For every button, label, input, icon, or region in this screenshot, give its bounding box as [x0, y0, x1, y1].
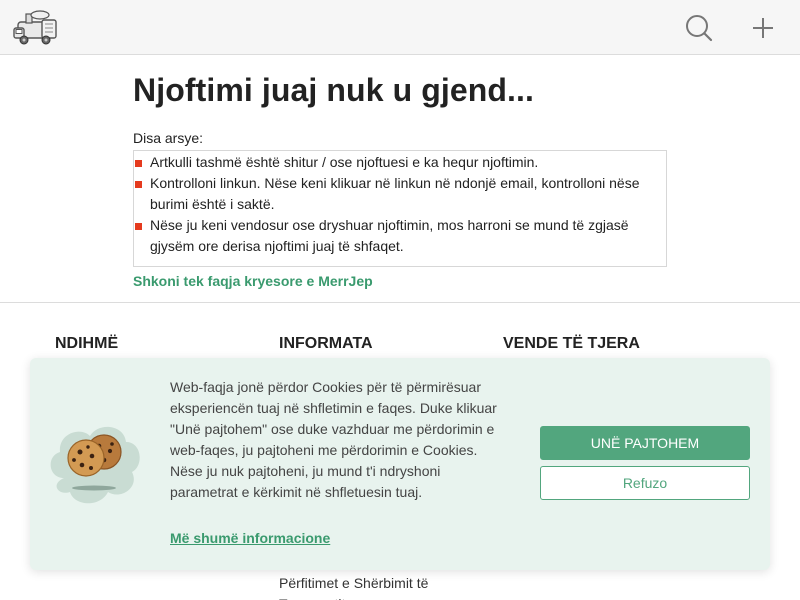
cookie-consent-panel: Web-faqja jonë përdor Cookies për të për…	[30, 358, 770, 570]
cookie-icon	[44, 418, 144, 510]
page-title: Njoftimi juaj nuk u gjend...	[133, 72, 535, 108]
footer-title-other-sites: VENDE TË TJERA	[503, 335, 640, 352]
reason-item: Nëse ju keni vendosur ose dryshuar njoft…	[134, 215, 658, 257]
more-info-link[interactable]: Më shumë informacione	[170, 528, 330, 549]
footer-divider	[0, 302, 800, 303]
search-icon[interactable]	[683, 12, 715, 44]
reason-item: Artkulli tashmë është shitur / ose njoft…	[134, 152, 658, 173]
footer-title-help: NDIHMË	[55, 335, 119, 352]
red-square-bullet-icon	[135, 181, 142, 188]
reasons-label: Disa arsye:	[133, 130, 204, 146]
reason-text: Artkulli tashmë është shitur / ose njoft…	[150, 154, 539, 170]
footer-link-transport-benefits[interactable]: Përfitimet e Shërbimit të Transportit	[279, 573, 479, 600]
main-content: Njoftimi juaj nuk u gjend... Disa arsye:…	[133, 70, 667, 291]
reasons-list: Artkulli tashmë është shitur / ose njoft…	[133, 150, 667, 267]
reason-text: Nëse ju keni vendosur ose dryshuar njoft…	[150, 217, 629, 254]
merrjep-truck-logo-icon[interactable]	[12, 8, 62, 48]
red-square-bullet-icon	[135, 160, 142, 167]
cookie-notice-text: Web-faqja jonë përdor Cookies për të për…	[170, 379, 497, 500]
refuse-cookies-button[interactable]: Refuzo	[540, 466, 750, 500]
red-square-bullet-icon	[135, 223, 142, 230]
accept-cookies-button[interactable]: UNË PAJTOHEM	[540, 426, 750, 460]
home-page-link[interactable]: Shkoni tek faqja kryesore e MerrJep	[133, 271, 667, 291]
plus-icon[interactable]	[747, 12, 779, 44]
top-bar	[0, 0, 800, 55]
reason-text: Kontrolloni linkun. Nëse keni klikuar në…	[150, 175, 640, 212]
reason-item: Kontrolloni linkun. Nëse keni klikuar në…	[134, 173, 658, 215]
footer-title-info: INFORMATA	[279, 335, 373, 352]
